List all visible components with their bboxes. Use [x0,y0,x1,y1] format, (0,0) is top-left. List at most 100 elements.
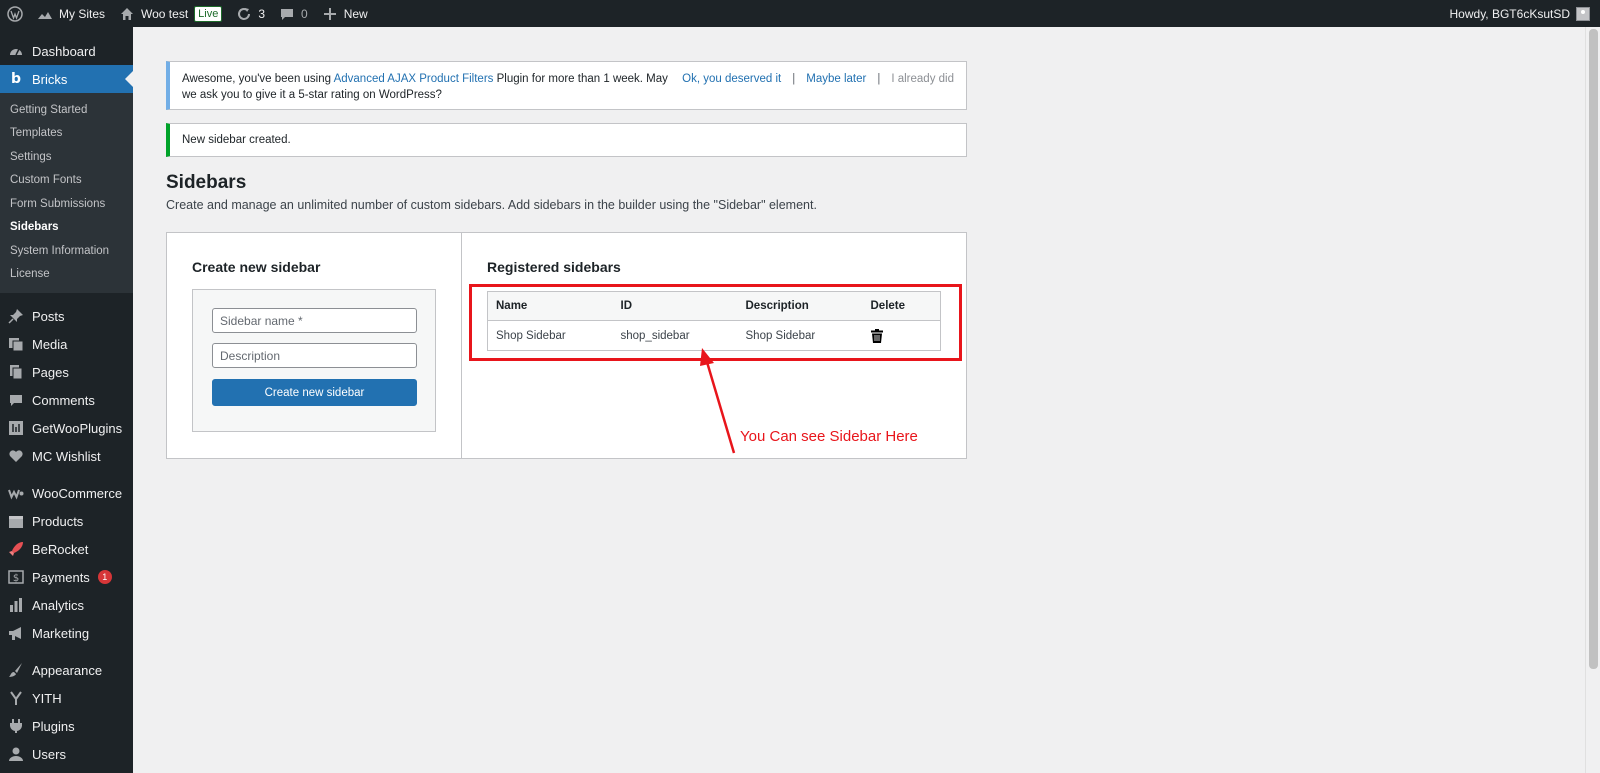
menu-label-dashboard: Dashboard [32,43,96,59]
updates-icon [236,6,252,22]
paintbrush-icon [8,662,24,678]
maybe-later-link[interactable]: Maybe later [806,71,866,87]
menu-label-mc-wishlist: MC Wishlist [32,448,101,464]
menu-label-appearance: Appearance [32,662,103,678]
menu-item-marketing[interactable]: Marketing [0,619,133,647]
separator: | [792,73,796,85]
submenu-templates[interactable]: Templates [0,122,133,146]
site-name-menu[interactable]: Woo test Live [112,0,229,27]
comments-menu[interactable]: 0 [272,0,315,27]
admin-menu: Dashboard b Bricks Getting Started Templ… [0,27,133,773]
menu-item-getwooplugins[interactable]: GetWooPlugins [0,414,133,442]
menu-item-berocket[interactable]: BeRocket [0,535,133,563]
getwooplugins-icon [8,420,24,436]
already-did-link[interactable]: I already did [891,71,954,87]
submenu-form-submissions[interactable]: Form Submissions [0,192,133,216]
submenu-license[interactable]: License [0,263,133,287]
updates-menu[interactable]: 3 [229,0,272,27]
create-sidebar-panel: Create new sidebar Create new sidebar [167,233,462,458]
menu-item-comments[interactable]: Comments [0,386,133,414]
menu-label-products: Products [32,513,84,529]
page-scrollbar[interactable] [1585,27,1600,773]
menu-item-users[interactable]: Users [0,740,133,768]
menu-label-berocket: BeRocket [32,541,89,557]
my-sites-label: My Sites [59,6,106,21]
dashboard-icon [8,43,24,59]
menu-item-analytics[interactable]: Analytics [0,591,133,619]
success-notice: New sidebar created. [166,123,967,157]
menu-item-payments[interactable]: $ Payments 1 [0,563,133,591]
rating-prefix: Awesome, you've been using [182,73,334,85]
comments-icon [8,392,24,408]
menu-item-plugins[interactable]: Plugins [0,712,133,740]
svg-text:$: $ [13,573,19,584]
rating-notice: Awesome, you've been using Advanced AJAX… [166,61,967,110]
submenu-settings[interactable]: Settings [0,145,133,169]
menu-label-getwooplugins: GetWooPlugins [32,420,123,436]
sidebar-description-input[interactable] [212,343,417,368]
page-description: Create and manage an unlimited number of… [166,198,817,212]
ok-deserved-link[interactable]: Ok, you deserved it [682,71,781,87]
menu-item-products[interactable]: Products [0,507,133,535]
wordpress-logo-icon [7,5,23,22]
comments-count: 0 [301,6,308,21]
annotation-text: You Can see Sidebar Here [740,428,918,445]
my-account-menu[interactable]: Howdy, BGT6cKsutSD [1449,6,1600,21]
payments-icon: $ [8,569,24,585]
menu-item-posts[interactable]: Posts [0,302,133,330]
menu-label-yith: YITH [32,690,62,706]
admin-bar: My Sites Woo test Live 3 0 New Howdy, BG… [0,0,1600,27]
submenu-getting-started[interactable]: Getting Started [0,98,133,122]
menu-label-posts: Posts [32,308,65,324]
my-sites-menu[interactable]: My Sites [30,0,112,27]
menu-item-yith[interactable]: YITH [0,684,133,712]
submenu-custom-fonts[interactable]: Custom Fonts [0,169,133,193]
yith-icon [8,690,24,706]
updates-count: 3 [258,6,266,21]
rocket-icon [8,541,24,557]
sidebar-name-input[interactable] [212,308,417,333]
success-notice-text: New sidebar created. [182,134,291,146]
menu-label-pages: Pages [32,364,69,380]
menu-label-woocommerce: WooCommerce [32,485,123,501]
menu-label-plugins: Plugins [32,718,75,734]
menu-label-comments: Comments [32,392,95,408]
new-content-menu[interactable]: New [315,0,375,27]
comment-icon [279,6,295,22]
menu-item-bricks[interactable]: b Bricks [0,65,133,93]
new-label: New [343,6,368,21]
wordpress-logo-menu[interactable] [0,0,30,27]
megaphone-icon [8,625,24,641]
users-icon [8,746,24,762]
menu-label-marketing: Marketing [32,625,90,641]
submenu-system-information[interactable]: System Information [0,239,133,263]
media-icon [8,336,24,352]
howdy-label: Howdy, BGT6cKsutSD [1449,6,1570,21]
menu-item-mc-wishlist[interactable]: MC Wishlist [0,442,133,470]
menu-label-analytics: Analytics [32,597,85,613]
page-title: Sidebars [166,172,247,193]
bricks-icon: b [10,71,22,87]
payments-badge: 1 [97,570,112,584]
avatar [1576,6,1590,21]
menu-item-dashboard[interactable]: Dashboard [0,37,133,65]
scrollbar-thumb[interactable] [1589,29,1598,669]
registered-sidebars-heading: Registered sidebars [487,259,621,275]
live-badge: Live [194,5,223,22]
menu-item-pages[interactable]: Pages [0,358,133,386]
woocommerce-icon [8,485,24,501]
my-sites-icon [37,6,53,22]
create-sidebar-button[interactable]: Create new sidebar [212,379,417,406]
menu-item-media[interactable]: Media [0,330,133,358]
menu-label-payments: Payments [32,569,90,585]
plus-icon [322,6,338,22]
heart-icon [8,448,24,464]
rating-notice-text: Awesome, you've been using Advanced AJAX… [182,71,682,103]
plugin-link[interactable]: Advanced AJAX Product Filters [334,73,494,85]
menu-item-appearance[interactable]: Appearance [0,656,133,684]
bricks-submenu: Getting Started Templates Settings Custo… [0,93,133,293]
site-name-label: Woo test [141,6,189,21]
submenu-sidebars[interactable]: Sidebars [0,216,133,240]
annotation-arrow [700,348,736,454]
menu-item-woocommerce[interactable]: WooCommerce [0,479,133,507]
